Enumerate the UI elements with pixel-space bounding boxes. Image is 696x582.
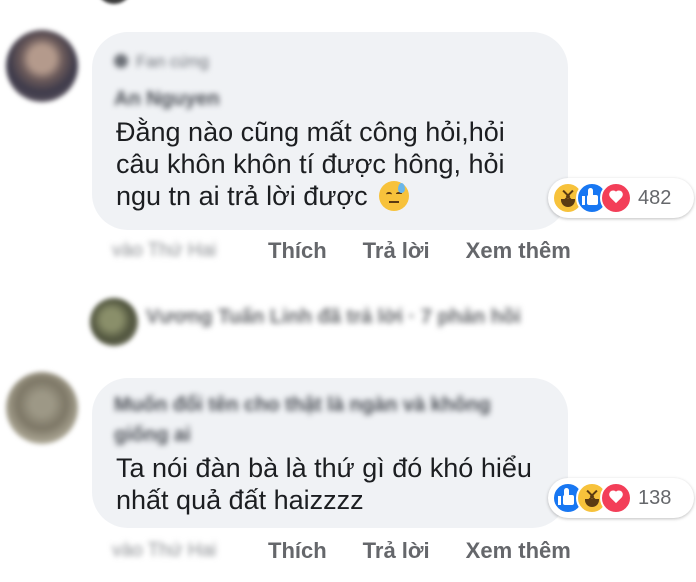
reaction-count: 482 [638,186,672,209]
comment-author[interactable]: Muốn đổi tên cho thật là ngàn và không g… [114,390,544,450]
comment-line: ngu tn ai trả lời được [116,181,368,211]
reaction-summary[interactable]: 482 [548,178,694,218]
comment-line: Đằng nào cũng mất công hỏi,hỏi [116,117,505,147]
timestamp[interactable]: vào Thứ Hai [112,540,268,562]
love-icon [600,182,632,214]
comment-actions: vào Thứ Hai Thích Trả lời Xem thêm [112,238,607,264]
like-button[interactable]: Thích [268,538,327,564]
comment-bubble: Fan cứng An Nguyen Đằng nào cũng mất côn… [92,32,568,230]
comment-line: Ta nói đàn bà là thứ gì đó khó hiểu [116,453,532,483]
comment-text: Đằng nào cũng mất công hỏi,hỏi câu khôn … [116,116,505,212]
comment-bubble: Muốn đổi tên cho thật là ngàn và không g… [92,378,568,528]
group-badge: Fan cứng [114,52,209,72]
see-more-button[interactable]: Xem thêm [466,538,571,564]
badge-icon [114,54,128,68]
comment-actions: vào Thứ Hai Thích Trả lời Xem thêm [112,538,607,564]
reply-button[interactable]: Trả lời [363,538,430,564]
avatar[interactable] [6,372,78,444]
view-replies-link[interactable]: Vương Tuấn Linh đã trả lời · 7 phản hồi [146,306,521,329]
comment-line: nhất quả đất haizzzz [116,485,364,515]
see-more-button[interactable]: Xem thêm [466,238,571,264]
reaction-count: 138 [638,486,672,509]
love-icon [600,482,632,514]
reaction-summary[interactable]: 138 [548,478,694,518]
downcast-face-with-sweat-icon [379,181,410,211]
comment-text: Ta nói đàn bà là thứ gì đó khó hiểu nhất… [116,452,532,516]
avatar[interactable] [6,30,78,102]
comment-line-with-emoji: ngu tn ai trả lời được [116,180,505,212]
comment-author[interactable]: An Nguyen [114,88,220,111]
previous-avatar-fragment [96,0,132,4]
like-button[interactable]: Thích [268,238,327,264]
reply-avatar[interactable] [90,298,138,346]
group-label: Fan cứng [136,52,209,71]
comment-line: câu khôn khôn tí được hông, hỏi [116,149,505,179]
timestamp[interactable]: vào Thứ Hai [112,240,268,262]
reply-button[interactable]: Trả lời [363,238,430,264]
